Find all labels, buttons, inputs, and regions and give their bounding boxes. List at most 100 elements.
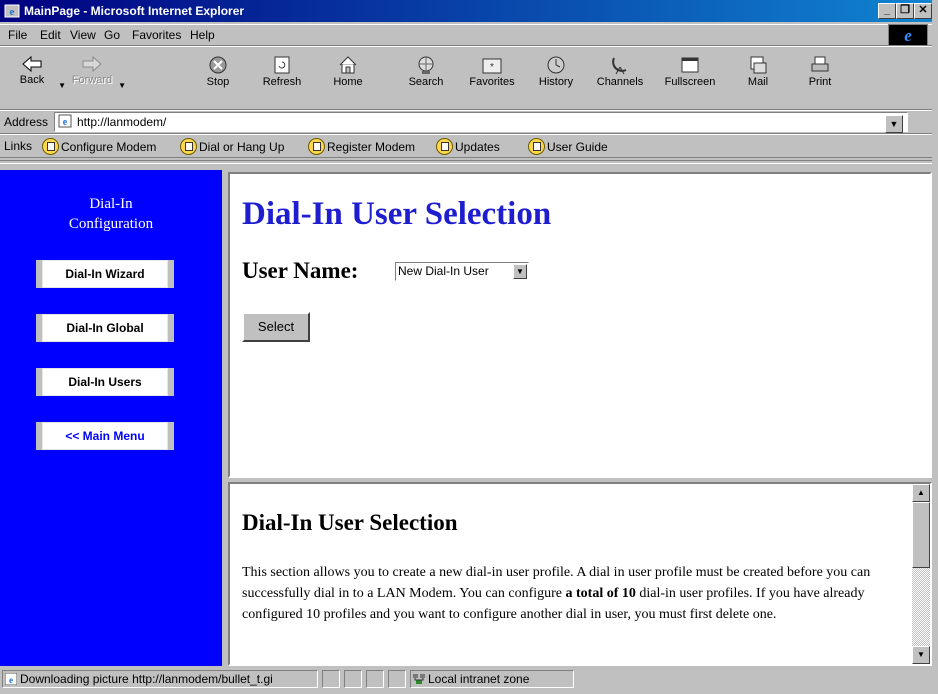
ie-throbber-icon: e — [888, 24, 928, 46]
menu-file[interactable]: File — [8, 28, 27, 42]
back-button[interactable]: Back ▼ — [4, 51, 66, 105]
link-label: User Guide — [547, 139, 608, 154]
print-icon — [811, 56, 829, 72]
channels-button[interactable]: Channels — [592, 51, 648, 105]
status-pane-4 — [388, 670, 406, 688]
link-page-icon — [436, 138, 453, 155]
favorites-button[interactable]: * Favorites — [464, 51, 520, 105]
fullscreen-button[interactable]: Fullscreen — [662, 51, 718, 105]
link-page-icon — [42, 138, 59, 155]
svg-text:e: e — [9, 675, 13, 685]
user-name-select-value: New Dial-In User — [398, 264, 489, 278]
dial-in-global-button[interactable]: Dial-In Global — [36, 314, 174, 342]
scroll-thumb[interactable] — [912, 502, 930, 568]
status-zone-pane: Local intranet zone — [410, 670, 574, 688]
user-name-select[interactable]: New Dial-In User ▼ — [395, 262, 529, 281]
scroll-down-icon[interactable]: ▼ — [912, 646, 930, 664]
title-bar: e MainPage - Microsoft Internet Explorer… — [0, 0, 932, 22]
stop-icon — [209, 56, 227, 74]
ie-logo-icon: e — [4, 4, 20, 18]
link-label: Dial or Hang Up — [199, 139, 285, 154]
sidebar-title: Dial-In Configuration — [0, 194, 222, 234]
forward-button[interactable]: Forward ▼ — [64, 51, 126, 105]
scroll-up-icon[interactable]: ▲ — [912, 484, 930, 502]
page-title: Dial-In User Selection — [242, 196, 552, 232]
svg-text:*: * — [490, 62, 494, 73]
forward-dropdown-icon[interactable]: ▼ — [118, 81, 126, 90]
help-text: This section allows you to create a new … — [242, 562, 906, 625]
fullscreen-label: Fullscreen — [664, 76, 716, 88]
toolbar: Back ▼ Forward ▼ Stop Refresh Home Searc… — [0, 46, 932, 110]
links-label: Links — [4, 139, 33, 153]
print-button[interactable]: Print — [792, 51, 848, 105]
link-page-icon — [528, 138, 545, 155]
page-icon: e — [58, 114, 72, 128]
history-icon — [547, 56, 565, 74]
status-pane-3 — [366, 670, 384, 688]
minimize-button[interactable]: _ — [878, 3, 896, 19]
link-label: Configure Modem — [61, 139, 157, 154]
link-page-icon — [180, 138, 197, 155]
back-arrow-icon — [22, 55, 42, 73]
address-dropdown-icon[interactable]: ▼ — [885, 115, 903, 133]
link-configure-modem[interactable]: Configure Modem — [42, 138, 156, 155]
search-label: Search — [408, 76, 444, 88]
dial-in-users-button[interactable]: Dial-In Users — [36, 368, 174, 396]
menu-edit[interactable]: Edit — [40, 28, 61, 42]
menu-favorites[interactable]: Favorites — [132, 28, 181, 42]
mail-button[interactable]: Mail — [730, 51, 786, 105]
sidebar-title-line2: Configuration — [68, 216, 154, 232]
address-input[interactable]: e http://lanmodem/ ▼ — [54, 112, 908, 133]
favorites-label: Favorites — [469, 76, 515, 88]
select-dropdown-icon[interactable]: ▼ — [513, 264, 527, 279]
forward-arrow-icon — [82, 55, 102, 73]
svg-text:e: e — [10, 6, 15, 18]
status-pane-2 — [344, 670, 362, 688]
intranet-zone-icon — [413, 674, 425, 684]
search-globe-icon — [418, 56, 434, 74]
print-label: Print — [808, 76, 832, 88]
search-button[interactable]: Search — [398, 51, 454, 105]
main-menu-button[interactable]: << Main Menu — [36, 422, 174, 450]
link-dial-or-hang-up[interactable]: Dial or Hang Up — [180, 138, 284, 155]
user-name-label: User Name: — [242, 258, 359, 283]
refresh-button[interactable]: Refresh — [254, 51, 310, 105]
favorites-icon: * — [482, 58, 502, 74]
refresh-label: Refresh — [262, 76, 302, 88]
select-button[interactable]: Select — [242, 312, 310, 342]
mail-icon — [750, 56, 767, 74]
link-updates[interactable]: Updates — [436, 138, 500, 155]
sidebar-title-line1: Dial-In — [89, 196, 133, 212]
status-pane-1 — [322, 670, 340, 688]
status-bar: e Downloading picture http://lanmodem/bul… — [0, 668, 932, 692]
menu-go[interactable]: Go — [104, 28, 120, 42]
close-button[interactable]: ✕ — [914, 3, 932, 19]
links-bar: Links Configure Modem Dial or Hang Up Re… — [0, 134, 932, 158]
page-icon: e — [5, 673, 17, 685]
window-title: MainPage - Microsoft Internet Explorer — [24, 4, 245, 18]
browser-window: e MainPage - Microsoft Internet Explorer… — [0, 0, 932, 694]
link-register-modem[interactable]: Register Modem — [308, 138, 415, 155]
address-bar: Address e http://lanmodem/ ▼ — [0, 110, 932, 134]
refresh-icon — [274, 56, 290, 74]
back-label: Back — [19, 74, 45, 86]
home-button[interactable]: Home — [320, 51, 376, 105]
help-scrollbar[interactable]: ▲ ▼ — [912, 484, 930, 664]
menu-bar: File Edit View Go Favorites Help — [0, 24, 932, 46]
stop-button[interactable]: Stop — [190, 51, 246, 105]
content-divider — [0, 160, 932, 164]
menu-view[interactable]: View — [70, 28, 96, 42]
link-user-guide[interactable]: User Guide — [528, 138, 608, 155]
link-label: Register Modem — [327, 139, 416, 154]
history-button[interactable]: History — [528, 51, 584, 105]
main-frame: Dial-In User Selection User Name: New Di… — [228, 172, 932, 478]
link-label: Updates — [455, 139, 500, 154]
help-frame: Dial-In User Selection This section allo… — [228, 482, 932, 666]
dial-in-wizard-button[interactable]: Dial-In Wizard — [36, 260, 174, 288]
help-text-bold: a total of 10 — [565, 586, 636, 601]
history-label: History — [538, 76, 574, 88]
maximize-button[interactable]: ❐ — [896, 3, 914, 19]
menu-help[interactable]: Help — [190, 28, 215, 42]
svg-text:e: e — [904, 26, 912, 45]
channels-label: Channels — [596, 76, 644, 88]
